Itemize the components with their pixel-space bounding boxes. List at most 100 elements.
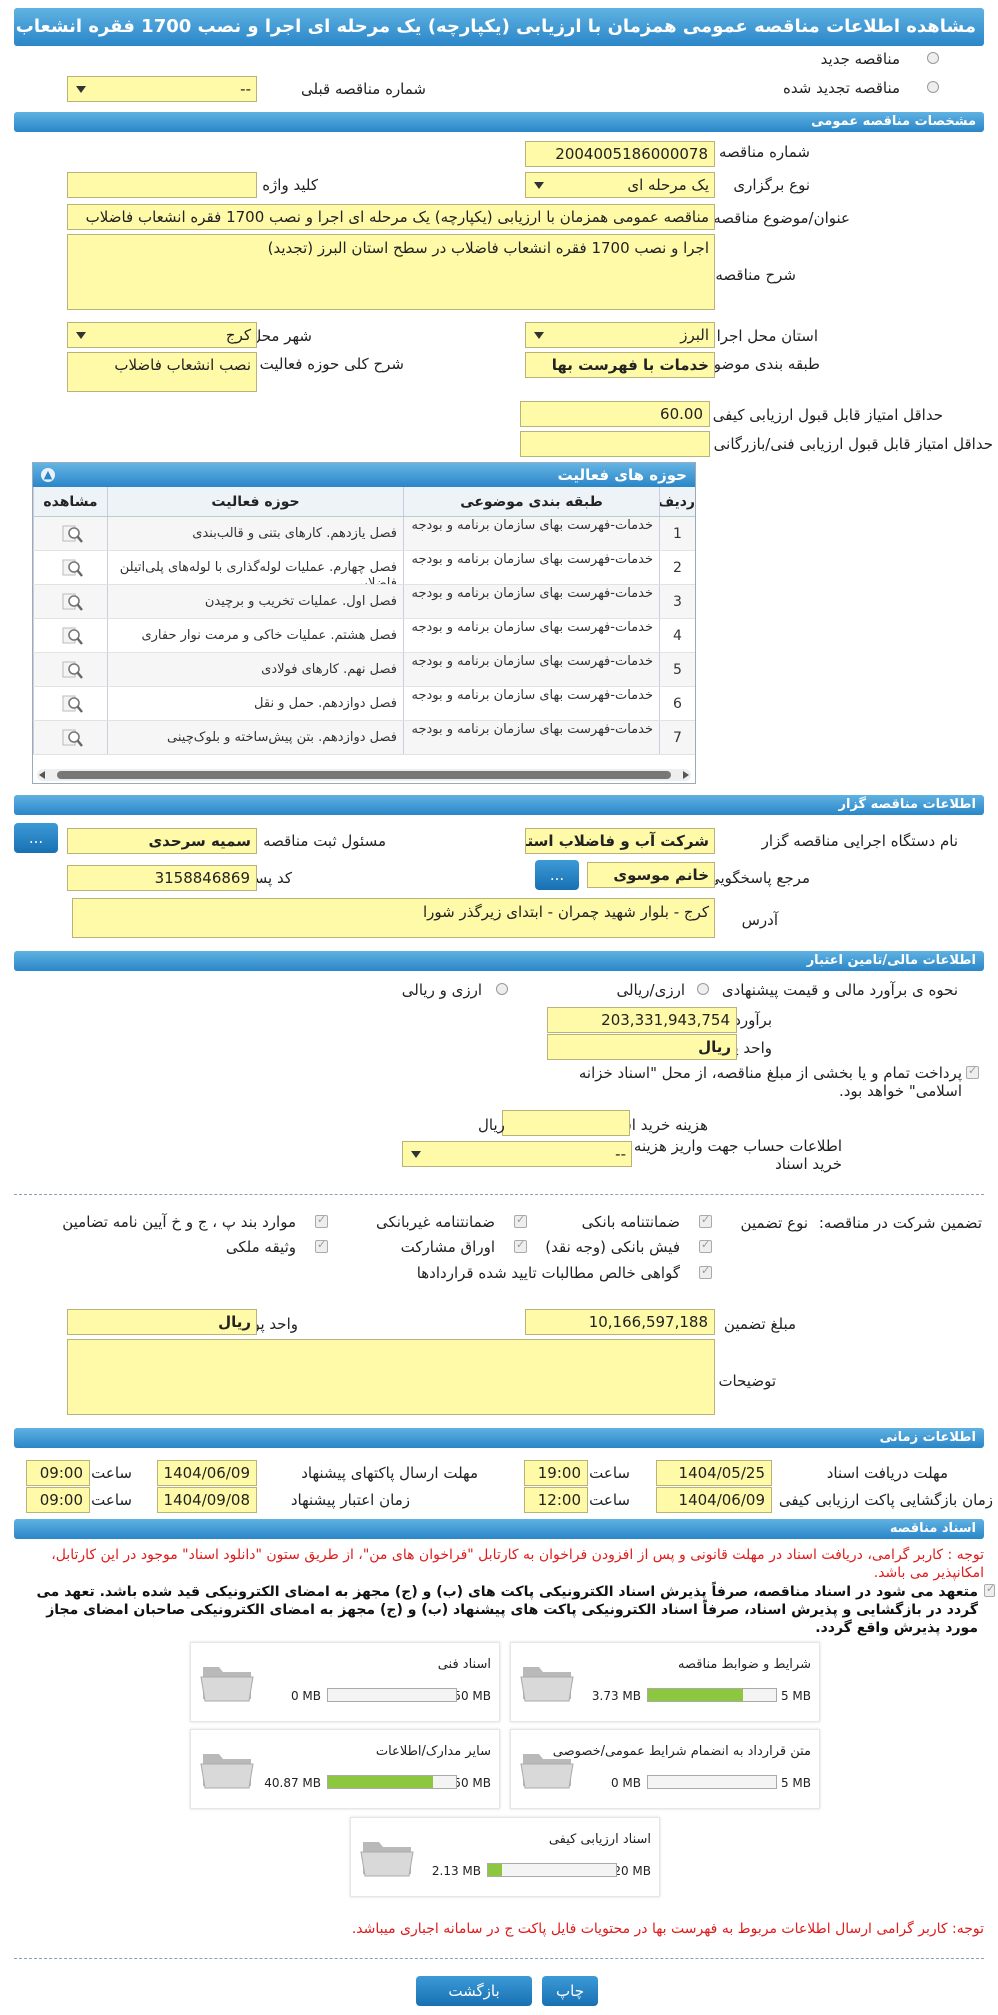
view-magnifier-icon[interactable] [62, 693, 84, 715]
bonds-label: اوراق مشارکت [400, 1238, 495, 1256]
property-bail-checkbox [315, 1238, 328, 1253]
document-card[interactable]: متن قرارداد به انضمام شرایط عمومی/خصوصی 5… [510, 1729, 820, 1809]
document-card[interactable]: سایر مدارک/اطلاعات 50 MB 40.87 MB [190, 1729, 500, 1809]
doc-fee-field [502, 1110, 630, 1136]
open-date: 1404/06/09 [656, 1487, 772, 1513]
document-max-size: 5 MB [780, 1776, 811, 1790]
print-button[interactable]: چاپ [542, 1976, 598, 2006]
doc-receive-time: 19:00 [524, 1460, 588, 1486]
document-title: اسناد فنی [437, 1657, 491, 1672]
table-row: 6 خدمات-فهرست بهای سازمان برنامه و بودجه ف… [33, 687, 695, 721]
back-button[interactable]: بازگشت [416, 1976, 532, 2006]
min-tech-field [520, 431, 710, 457]
prev-tender-select[interactable]: -- [67, 76, 257, 102]
org-label: نام دستگاه اجرایی مناقصه گزار [761, 832, 958, 850]
doc-receive-date: 1404/05/25 [656, 1460, 772, 1486]
price-list-notice: توجه: کاربر گرامی ارسال اطلاعات مربوط به… [351, 1921, 984, 1937]
submit-date: 1404/06/09 [157, 1460, 257, 1486]
document-size-bar [487, 1863, 617, 1877]
documents-section-header: اسناد مناقصه [14, 1519, 984, 1539]
view-magnifier-icon[interactable] [62, 625, 84, 647]
row-no: 2 [659, 551, 695, 584]
document-size: 0 MB [610, 1776, 641, 1790]
table-row: 3 خدمات-فهرست بهای سازمان برنامه و بودجه ف… [33, 585, 695, 619]
row-no: 4 [659, 619, 695, 652]
col-category[interactable]: طبقه بندی موضوعی [403, 487, 659, 516]
commit-text: متعهد می شود در اسناد مناقصه، صرفاً پذیر… [36, 1584, 979, 1636]
collapse-icon[interactable]: ▲ [41, 468, 55, 482]
holding-type-label: نوع برگزاری [733, 176, 810, 194]
grid-horizontal-scrollbar[interactable] [37, 769, 691, 781]
nonbank-guarantee-label: ضمانتنامه غیربانکی [376, 1213, 495, 1231]
document-title: شرایط و ضوابط مناقصه [678, 1657, 811, 1672]
activity-grid-title-text: حوزه های فعالیت [557, 466, 688, 484]
guarantee-label: تضمین شرکت در مناقصه: [818, 1214, 982, 1232]
postal-field: 3158846869 [67, 865, 257, 891]
view-magnifier-icon[interactable] [62, 727, 84, 749]
view-magnifier-icon[interactable] [62, 523, 84, 545]
row-view-cell [33, 721, 107, 754]
row-field: فصل نهم. کارهای فولادی [107, 653, 403, 686]
document-card[interactable]: شرایط و ضوابط مناقصه 5 MB 3.73 MB [510, 1642, 820, 1722]
document-card[interactable]: اسناد فنی 50 MB 0 MB [190, 1642, 500, 1722]
row-field: فصل دوازدهم. حمل و نقل [107, 687, 403, 720]
folder-icon [520, 1754, 574, 1789]
row-category: خدمات-فهرست بهای سازمان برنامه و بودجه [403, 585, 659, 618]
organizer-section-header: اطلاعات مناقصه گزار [14, 795, 984, 815]
cash-receipt-label: فیش بانکی (وجه نقد) [545, 1238, 680, 1256]
row-no: 7 [659, 721, 695, 754]
renewed-tender-radio[interactable] [927, 81, 939, 93]
view-magnifier-icon[interactable] [62, 591, 84, 613]
document-size-fill [488, 1864, 502, 1876]
currency-both-radio[interactable] [496, 983, 508, 995]
col-row-no[interactable]: ردیف [659, 487, 695, 516]
bank-guarantee-label: ضمانتنامه بانکی [581, 1213, 680, 1231]
account-label: اطلاعات حساب جهت واریز هزینه خرید اسناد [633, 1137, 842, 1173]
currency-both-label: ارزی و ریالی [401, 981, 482, 999]
activity-desc-field: نصب انشعاب فاضلاب [67, 352, 257, 392]
account-select[interactable]: -- [402, 1141, 632, 1167]
row-view-cell [33, 551, 107, 584]
treasury-checkbox[interactable] [966, 1064, 979, 1079]
tender-no-field: 2004005186000078 [525, 141, 715, 167]
document-max-size: 5 MB [780, 1689, 811, 1703]
new-tender-radio[interactable] [927, 52, 939, 64]
row-field: فصل هشتم. عملیات خاکی و مرمت نوار حفاری [107, 619, 403, 652]
validity-date: 1404/09/08 [157, 1487, 257, 1513]
open-label: زمان بازگشایی پاکت ارزیابی کیفی [778, 1491, 993, 1509]
row-category: خدمات-فهرست بهای سازمان برنامه و بودجه [403, 687, 659, 720]
province-select[interactable]: البرز [525, 322, 715, 348]
activity-grid-body: 1 خدمات-فهرست بهای سازمان برنامه و بودجه ف… [33, 517, 695, 755]
col-view[interactable]: مشاهده [33, 487, 107, 516]
row-no: 3 [659, 585, 695, 618]
view-magnifier-icon[interactable] [62, 557, 84, 579]
row-view-cell [33, 619, 107, 652]
city-select[interactable]: کرج [67, 322, 257, 348]
open-time-label: ساعت [589, 1491, 630, 1509]
holding-type-select[interactable]: یک مرحله ای [525, 172, 715, 198]
ref-more-button[interactable]: ... [535, 860, 579, 890]
validity-label: زمان اعتبار پیشنهاد [290, 1491, 410, 1509]
table-row: 4 خدمات-فهرست بهای سازمان برنامه و بودجه ف… [33, 619, 695, 653]
finance-section-header: اطلاعات مالی/تامین اعتبار [14, 951, 984, 971]
registrar-more-button[interactable]: ... [14, 823, 58, 853]
document-max-size: 20 MB [613, 1864, 651, 1878]
currency-rial-radio[interactable] [697, 983, 709, 995]
submit-time-label: ساعت [91, 1464, 132, 1482]
col-field[interactable]: حوزه فعالیت [107, 487, 403, 516]
amount-field: 10,166,597,188 [525, 1309, 715, 1335]
cash-receipt-checkbox [699, 1238, 712, 1253]
bank-guarantee-checkbox [699, 1213, 712, 1228]
folder-icon [200, 1667, 254, 1702]
document-size-fill [648, 1689, 744, 1701]
keyword-field[interactable] [67, 172, 257, 198]
prev-tender-label: شماره مناقصه قبلی [301, 80, 426, 98]
document-card[interactable]: اسناد ارزیابی کیفی 20 MB 2.13 MB [350, 1817, 660, 1897]
activity-grid: حوزه های فعالیت ▲ ردیف طبقه بندی موضوعی … [32, 462, 696, 784]
general-section-header: مشخصات مناقصه عمومی [14, 112, 984, 132]
table-row: 2 خدمات-فهرست بهای سازمان برنامه و بودجه ف… [33, 551, 695, 585]
doc-receive-time-label: ساعت [589, 1464, 630, 1482]
new-tender-label: مناقصه جدید [820, 50, 900, 68]
view-magnifier-icon[interactable] [62, 659, 84, 681]
documents-notice: توجه : کاربر گرامی، دریافت اسناد در مهلت… [51, 1547, 984, 1581]
